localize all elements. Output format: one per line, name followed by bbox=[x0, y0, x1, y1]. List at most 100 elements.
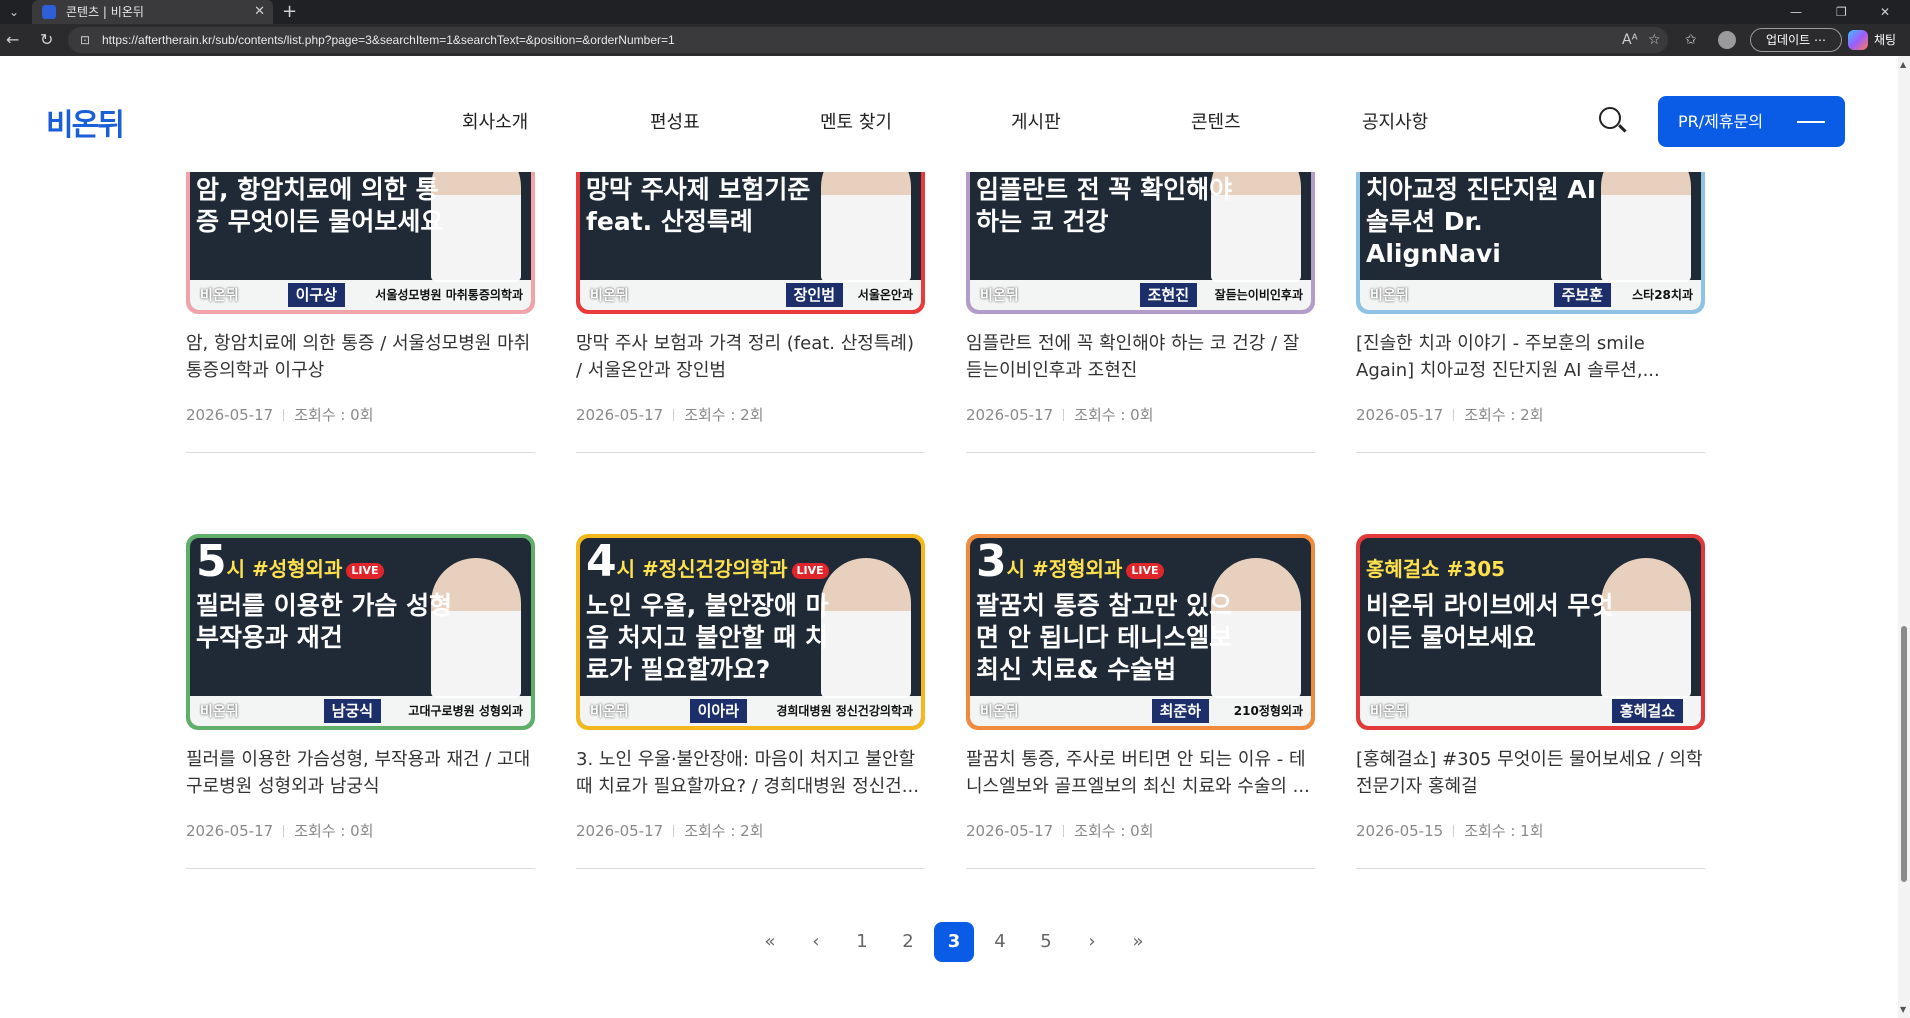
favorite-star-icon[interactable]: ☆ bbox=[1648, 24, 1661, 56]
content-date: 2026-05-17 bbox=[576, 822, 664, 840]
nav-contents[interactable]: 콘텐츠 bbox=[1191, 108, 1241, 134]
thumbnail-brand: 비온뒤 bbox=[590, 704, 629, 720]
thumbnail-footer: 비온뒤 남궁식 고대구로병원 성형외과 bbox=[190, 696, 531, 726]
content-meta: 2026-05-17 조회수 : 2회 bbox=[1356, 404, 1544, 425]
scrollbar-thumb[interactable] bbox=[1901, 626, 1907, 882]
site-favicon-icon bbox=[42, 5, 56, 19]
page-3[interactable]: 3 bbox=[934, 922, 974, 962]
meta-divider bbox=[283, 825, 285, 837]
page-2[interactable]: 2 bbox=[888, 922, 928, 962]
scroll-up-icon[interactable]: ▲ bbox=[1900, 60, 1906, 69]
first-page-icon[interactable]: « bbox=[750, 922, 790, 962]
nav-board[interactable]: 게시판 bbox=[1011, 108, 1061, 134]
thumbnail-headline: 필러를 이용한 가슴 성형 부작용과 재건 bbox=[196, 591, 453, 652]
search-icon[interactable] bbox=[1599, 107, 1621, 129]
thumbnail-brand: 비온뒤 bbox=[980, 288, 1019, 304]
last-page-icon[interactable]: » bbox=[1118, 922, 1158, 962]
hook-time: 4 bbox=[586, 536, 617, 587]
card-divider bbox=[966, 452, 1315, 453]
chat-label[interactable]: 채팅 bbox=[1874, 24, 1896, 56]
hook-tag: 홍혜걸쇼 #305 bbox=[1366, 557, 1506, 581]
thumbnail-footer: 비온뒤 주보훈 스타28치과 bbox=[1360, 280, 1701, 310]
content-title[interactable]: 암, 항암치료에 의한 통증 / 서울성모병원 마취통증의학과 이구상 bbox=[186, 330, 535, 384]
site-logo[interactable]: 비온뒤 bbox=[46, 100, 125, 144]
read-aloud-icon[interactable]: Aᴬ bbox=[1622, 24, 1638, 56]
content-thumbnail[interactable]: 5시 #성형외과 LIVE 필러를 이용한 가슴 성형 부작용과 재건 비온뒤 남… bbox=[186, 534, 535, 730]
nav-schedule[interactable]: 편성표 bbox=[650, 108, 700, 134]
thumbnail-brand: 비온뒤 bbox=[980, 704, 1019, 720]
thumbnail-hook: 3시 #정형외과 LIVE bbox=[976, 540, 1164, 584]
doctor-name: 이구상 bbox=[287, 283, 345, 307]
page-4[interactable]: 4 bbox=[980, 922, 1020, 962]
browser-tab[interactable]: 콘텐츠 | 비온뒤 ✕ bbox=[32, 0, 273, 24]
content-meta: 2026-05-17 조회수 : 2회 bbox=[576, 404, 764, 425]
content-views: 조회수 : 1회 bbox=[1464, 822, 1544, 840]
meta-divider bbox=[673, 409, 675, 421]
scroll-down-icon[interactable]: ▼ bbox=[1900, 1005, 1906, 1014]
tab-close-icon[interactable]: ✕ bbox=[254, 0, 265, 24]
pagination: «‹ 1 2 3 4 5 ›» bbox=[750, 922, 1150, 962]
thumbnail-headline: 노인 우울, 불안장애 마음 처지고 불안할 때 치료가 필요할까요? bbox=[586, 591, 829, 684]
back-arrow-icon[interactable]: ← bbox=[6, 24, 19, 56]
pr-inquiry-button[interactable]: PR/제휴문의 bbox=[1658, 96, 1845, 147]
restore-icon[interactable]: ❐ bbox=[1836, 0, 1847, 24]
thumbnail-headline: 임플란트 전 꼭 확인해야 하는 코 건강 bbox=[976, 175, 1233, 236]
page-scrollbar[interactable]: ▲ ▼ bbox=[1898, 56, 1910, 1018]
content-meta: 2026-05-17 조회수 : 0회 bbox=[966, 820, 1154, 841]
content-meta: 2026-05-17 조회수 : 2회 bbox=[576, 820, 764, 841]
favorites-list-icon[interactable]: ✩ bbox=[1685, 24, 1697, 56]
content-title[interactable]: 3. 노인 우울·불안장애: 마음이 처지고 불안할 때 치료가 필요할까요? … bbox=[576, 746, 925, 800]
doctor-name: 주보훈 bbox=[1553, 283, 1611, 307]
doctor-name: 이아라 bbox=[689, 699, 747, 723]
card-divider bbox=[186, 452, 535, 453]
new-tab-plus-icon[interactable]: + bbox=[282, 0, 297, 24]
page-5[interactable]: 5 bbox=[1026, 922, 1066, 962]
url-field[interactable]: ⊡ https://aftertherain.kr/sub/contents/l… bbox=[68, 27, 1668, 53]
doctor-name: 홍혜걸쇼 bbox=[1611, 699, 1683, 723]
window-close-icon[interactable]: ✕ bbox=[1880, 0, 1890, 24]
thumbnail-headline: 팔꿈치 통증 참고만 있으면 안 됩니다 테니스엘보 최신 치료& 수술법 bbox=[976, 591, 1233, 684]
nav-company[interactable]: 회사소개 bbox=[462, 108, 528, 134]
hospital-name: 서울온안과 bbox=[857, 288, 913, 302]
content-title[interactable]: 망막 주사 보험과 가격 정리 (feat. 산정특례) / 서울온안과 장인범 bbox=[576, 330, 925, 384]
content-title[interactable]: [홍혜걸쇼] #305 무엇이든 물어보세요 / 의학전문기자 홍혜걸 bbox=[1356, 746, 1705, 800]
address-bar-row: ← ↻ ⊡ https://aftertherain.kr/sub/conten… bbox=[0, 24, 1910, 56]
profile-avatar-icon[interactable] bbox=[1718, 31, 1736, 49]
thumbnail-footer: 비온뒤 이구상 서울성모병원 마취통증의학과 bbox=[190, 280, 531, 310]
thumbnail-brand: 비온뒤 bbox=[590, 288, 629, 304]
card-divider bbox=[576, 452, 925, 453]
content-date: 2026-05-17 bbox=[186, 822, 274, 840]
content-title[interactable]: 팔꿈치 통증, 주사로 버티면 안 되는 이유 - 테니스엘보와 골프엘보의 최… bbox=[966, 746, 1315, 800]
meta-divider bbox=[1453, 825, 1455, 837]
tab-list-chevron-icon[interactable]: ⌄ bbox=[0, 0, 28, 24]
thumbnail-footer: 비온뒤 이아라 경희대병원 정신건강의학과 bbox=[580, 696, 921, 726]
next-page-icon[interactable]: › bbox=[1072, 922, 1112, 962]
nav-find-mentor[interactable]: 멘토 찾기 bbox=[820, 108, 892, 134]
thumbnail-headline: 치아교정 진단지원 AI 솔루션 Dr. AlignNavi bbox=[1366, 175, 1597, 268]
content-title[interactable]: [진솔한 치과 이야기 - 주보훈의 smile Again] 치아교정 진단지… bbox=[1356, 330, 1705, 384]
doctor-name: 최준하 bbox=[1151, 699, 1209, 723]
thumbnail-footer: 비온뒤 홍혜걸쇼 bbox=[1360, 696, 1701, 726]
site-info-icon[interactable]: ⊡ bbox=[80, 27, 90, 53]
content-meta: 2026-05-17 조회수 : 0회 bbox=[186, 404, 374, 425]
content-title[interactable]: 필러를 이용한 가슴성형, 부작용과 재건 / 고대구로병원 성형외과 남궁식 bbox=[186, 746, 535, 800]
thumbnail-hook: 4시 #정신건강의학과 LIVE bbox=[586, 540, 829, 584]
card-divider bbox=[576, 868, 925, 869]
prev-page-icon[interactable]: ‹ bbox=[796, 922, 836, 962]
hospital-name: 경희대병원 정신건강의학과 bbox=[776, 704, 913, 718]
content-thumbnail[interactable]: 3시 #정형외과 LIVE 팔꿈치 통증 참고만 있으면 안 됩니다 테니스엘보 … bbox=[966, 534, 1315, 730]
nav-notice[interactable]: 공지사항 bbox=[1362, 108, 1428, 134]
content-views: 조회수 : 2회 bbox=[1464, 406, 1544, 424]
page-1[interactable]: 1 bbox=[842, 922, 882, 962]
minimize-icon[interactable]: — bbox=[1790, 0, 1802, 24]
copilot-icon[interactable] bbox=[1848, 30, 1868, 50]
content-views: 조회수 : 2회 bbox=[684, 822, 764, 840]
update-button[interactable]: 업데이트 ⋯ bbox=[1750, 28, 1842, 52]
content-date: 2026-05-15 bbox=[1356, 822, 1444, 840]
reload-icon[interactable]: ↻ bbox=[40, 24, 53, 56]
content-thumbnail[interactable]: 홍혜걸쇼 #305 비온뒤 라이브에서 무엇이든 물어보세요 비온뒤 홍혜걸쇼 bbox=[1356, 534, 1705, 730]
thumbnail-hook: 5시 #성형외과 LIVE bbox=[196, 540, 384, 584]
content-title[interactable]: 임플란트 전에 꼭 확인해야 하는 코 건강 / 잘듣는이비인후과 조현진 bbox=[966, 330, 1315, 384]
content-thumbnail[interactable]: 4시 #정신건강의학과 LIVE 노인 우울, 불안장애 마음 처지고 불안할 때… bbox=[576, 534, 925, 730]
meta-divider bbox=[1063, 409, 1065, 421]
